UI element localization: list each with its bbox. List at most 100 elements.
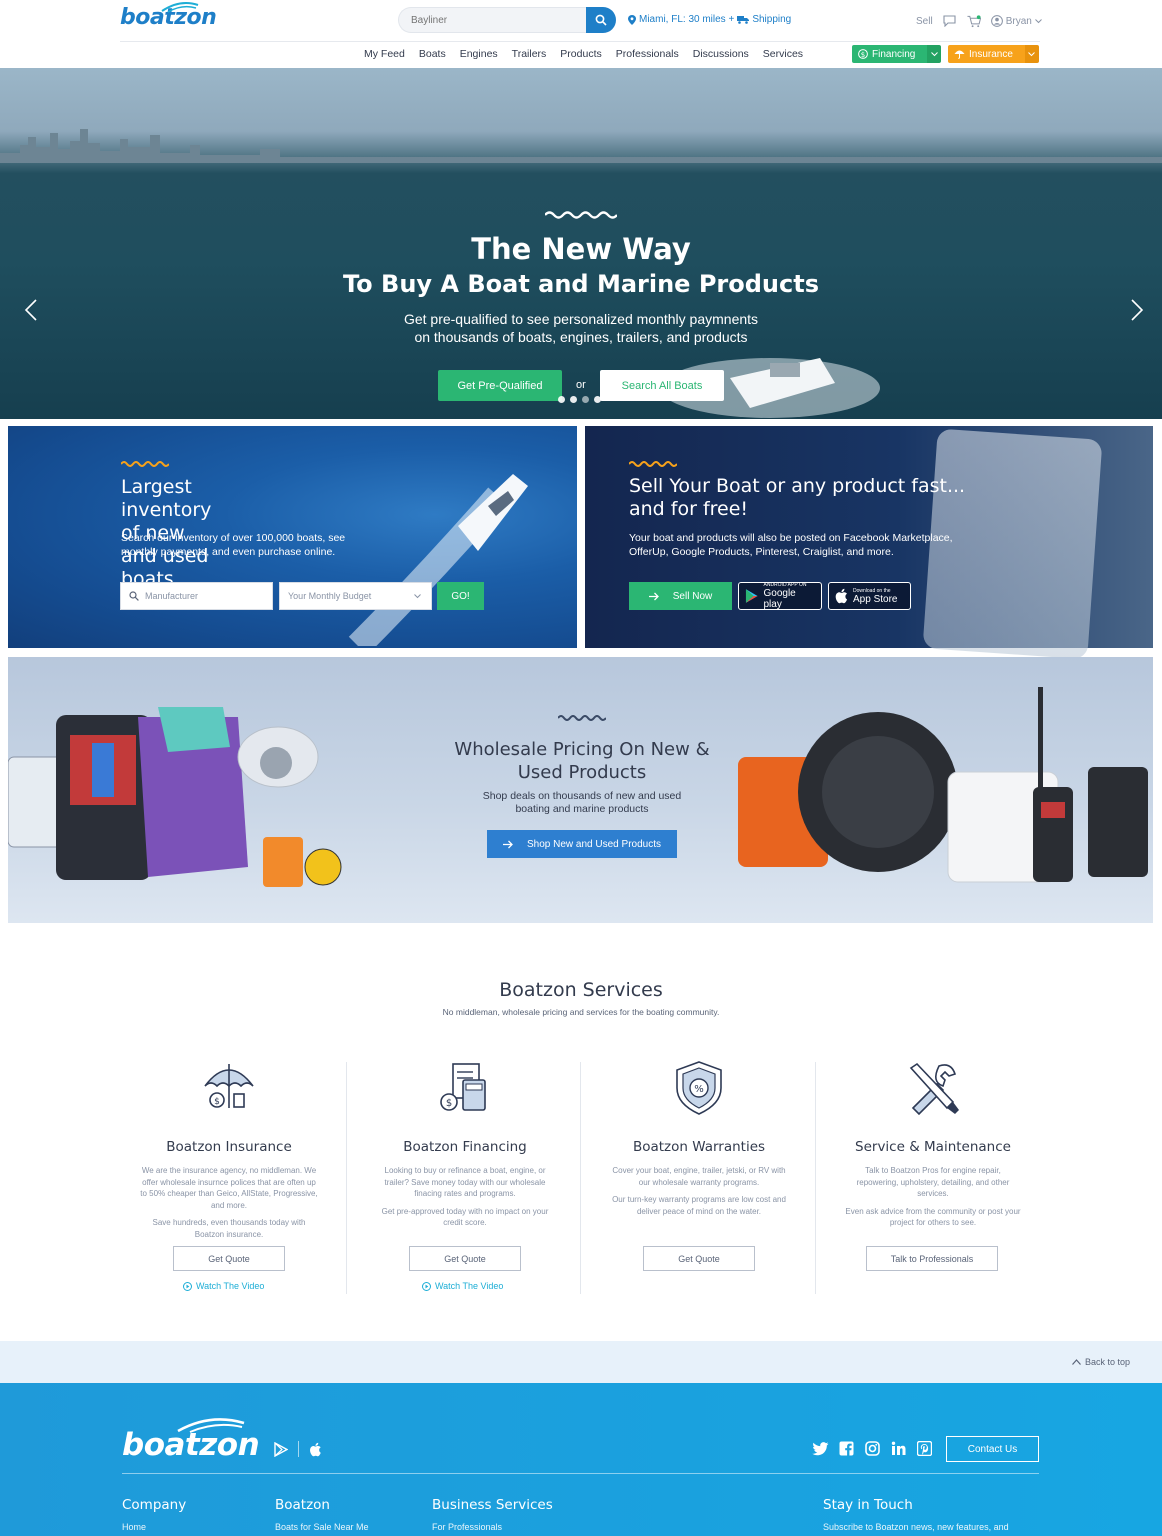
- service-warranties-desc: Cover your boat, engine, trailer, jetski…: [612, 1166, 786, 1187]
- sell-now-button[interactable]: Sell Now: [629, 582, 732, 610]
- insurance-dropdown[interactable]: [1024, 45, 1039, 63]
- monthly-budget-select[interactable]: Your Monthly Budget: [279, 582, 432, 610]
- app-store-small: Download on the: [853, 587, 891, 594]
- nav-engines[interactable]: Engines: [460, 48, 498, 60]
- play-circle-icon: [422, 1281, 431, 1291]
- wholesale-subtitle: Shop deals on thousands of new and used …: [452, 790, 712, 816]
- shop-products-label: Shop New and Used Products: [527, 838, 661, 850]
- svg-text:$: $: [214, 1097, 220, 1107]
- nav-services[interactable]: Services: [763, 48, 803, 60]
- nav-my-feed[interactable]: My Feed: [364, 48, 405, 60]
- search-input[interactable]: [398, 7, 588, 33]
- apple-icon[interactable]: [309, 1442, 322, 1457]
- hero-description: Get pre-qualified to see personalized mo…: [0, 310, 1162, 346]
- search-button[interactable]: [586, 7, 616, 33]
- footer-col-company: Company Home: [122, 1497, 186, 1532]
- location-filter[interactable]: Miami, FL: 30 miles + Shipping: [628, 14, 791, 25]
- twitter-icon[interactable]: [812, 1440, 829, 1457]
- carousel-prev-icon[interactable]: [24, 298, 38, 322]
- service-maintenance-title: Service & Maintenance: [855, 1139, 1011, 1155]
- carousel-dot[interactable]: [582, 396, 589, 403]
- footer-link[interactable]: Home: [122, 1522, 186, 1532]
- wholesale-title-line2: Used Products: [517, 762, 647, 783]
- manufacturer-placeholder: Manufacturer: [145, 591, 199, 601]
- insurance-main[interactable]: Insurance: [948, 45, 1025, 63]
- carousel-dot[interactable]: [558, 396, 565, 403]
- service-insurance-desc: We are the insurance agency, no middlema…: [140, 1166, 318, 1210]
- nav-professionals[interactable]: Professionals: [616, 48, 679, 60]
- carousel-dots: [558, 396, 601, 403]
- carousel-dot[interactable]: [594, 396, 601, 403]
- contact-us-button[interactable]: Contact Us: [946, 1436, 1039, 1462]
- sell-now-label: Sell Now: [672, 590, 713, 602]
- talk-to-professionals-button[interactable]: Talk to Professionals: [866, 1246, 998, 1271]
- user-menu[interactable]: Bryan: [990, 15, 1042, 27]
- nav-products[interactable]: Products: [560, 48, 601, 60]
- insurance-video-link[interactable]: Watch The Video: [183, 1281, 264, 1291]
- footer-divider: [122, 1473, 1039, 1474]
- service-warranties-title: Boatzon Warranties: [632, 1139, 766, 1155]
- sell-title-line2: and for free!: [629, 498, 749, 520]
- nav-boats[interactable]: Boats: [419, 48, 446, 60]
- instagram-icon[interactable]: [864, 1440, 881, 1457]
- google-play-icon: [745, 589, 758, 603]
- financing-quote-button[interactable]: Get Quote: [409, 1246, 521, 1271]
- user-name: Bryan: [1005, 15, 1032, 27]
- google-play-button[interactable]: ANDROID APP ON Google play: [738, 582, 822, 610]
- footer-logo[interactable]: boatzon: [122, 1418, 260, 1463]
- manufacturer-input[interactable]: Manufacturer: [120, 582, 273, 610]
- chevron-down-icon: [1028, 51, 1036, 56]
- footer-link[interactable]: For Professionals: [432, 1522, 553, 1532]
- google-play-icon[interactable]: [274, 1441, 288, 1457]
- cart-icon[interactable]: [967, 14, 981, 28]
- wholesale-title-line1: Wholesale Pricing On New &: [454, 739, 710, 760]
- sell-title-line1: Sell Your Boat or any product fast...: [629, 475, 966, 497]
- shipping-text: Shipping: [752, 14, 792, 25]
- service-warranties-desc2: Our turn-key warranty programs are low c…: [612, 1195, 786, 1216]
- service-financing-desc: Looking to buy or refinance a boat, engi…: [384, 1166, 546, 1198]
- chat-icon[interactable]: [943, 14, 957, 28]
- pinterest-icon[interactable]: [916, 1440, 933, 1457]
- sell-description: Your boat and products will also be post…: [629, 531, 1009, 559]
- search-all-boats-button[interactable]: Search All Boats: [600, 370, 724, 401]
- wholesale-sub-line1: Shop deals on thousands of new and used: [482, 790, 682, 802]
- service-financing-title: Boatzon Financing: [403, 1139, 527, 1155]
- sell-desc-line1: Your boat and products will also be post…: [629, 532, 953, 544]
- carousel-next-icon[interactable]: [1130, 298, 1144, 322]
- sell-link[interactable]: Sell: [916, 16, 933, 27]
- nav-trailers[interactable]: Trailers: [512, 48, 547, 60]
- wave-icon: [545, 211, 617, 219]
- inventory-desc-line2: monthly payments, and even purchase onli…: [121, 546, 336, 558]
- linkedin-icon[interactable]: [890, 1440, 907, 1457]
- hero-description-line1: Get pre-qualified to see personalized mo…: [403, 311, 759, 327]
- logo-swoosh-icon: [177, 1418, 245, 1433]
- search-bar: [398, 7, 616, 33]
- facebook-icon[interactable]: [838, 1440, 855, 1457]
- get-prequalified-button[interactable]: Get Pre-Qualified: [438, 370, 562, 401]
- insurance-button[interactable]: Insurance: [948, 45, 1039, 63]
- search-icon: [595, 14, 607, 26]
- insurance-quote-button[interactable]: Get Quote: [173, 1246, 285, 1271]
- hero-banner: The New Way To Buy A Boat and Marine Pro…: [0, 68, 1162, 419]
- app-store-label: App Store: [853, 593, 898, 605]
- boatzon-logo[interactable]: boatzon: [120, 2, 217, 30]
- marine-products-left-image: [8, 707, 342, 887]
- footer-app-links: [274, 1441, 322, 1457]
- wholesale-title: Wholesale Pricing On New & Used Products: [432, 738, 732, 784]
- back-to-top-link[interactable]: Back to top: [1072, 1357, 1130, 1367]
- app-store-button[interactable]: Download on the App Store: [828, 582, 911, 610]
- shop-products-button[interactable]: Shop New and Used Products: [487, 830, 677, 858]
- dollar-circle-icon: $: [858, 49, 868, 59]
- main-nav: My Feed Boats Engines Trailers Products …: [364, 48, 803, 60]
- financing-main[interactable]: $ Financing: [852, 45, 928, 63]
- wave-icon: [121, 461, 169, 467]
- go-button[interactable]: GO!: [437, 582, 484, 610]
- header-divider: [120, 41, 1040, 42]
- nav-discussions[interactable]: Discussions: [693, 48, 749, 60]
- warranties-quote-button[interactable]: Get Quote: [643, 1246, 755, 1271]
- financing-button[interactable]: $ Financing: [852, 45, 942, 63]
- financing-dropdown[interactable]: [927, 45, 942, 63]
- carousel-dot[interactable]: [570, 396, 577, 403]
- footer-link[interactable]: Boats for Sale Near Me: [275, 1522, 369, 1532]
- financing-video-link[interactable]: Watch The Video: [422, 1281, 503, 1291]
